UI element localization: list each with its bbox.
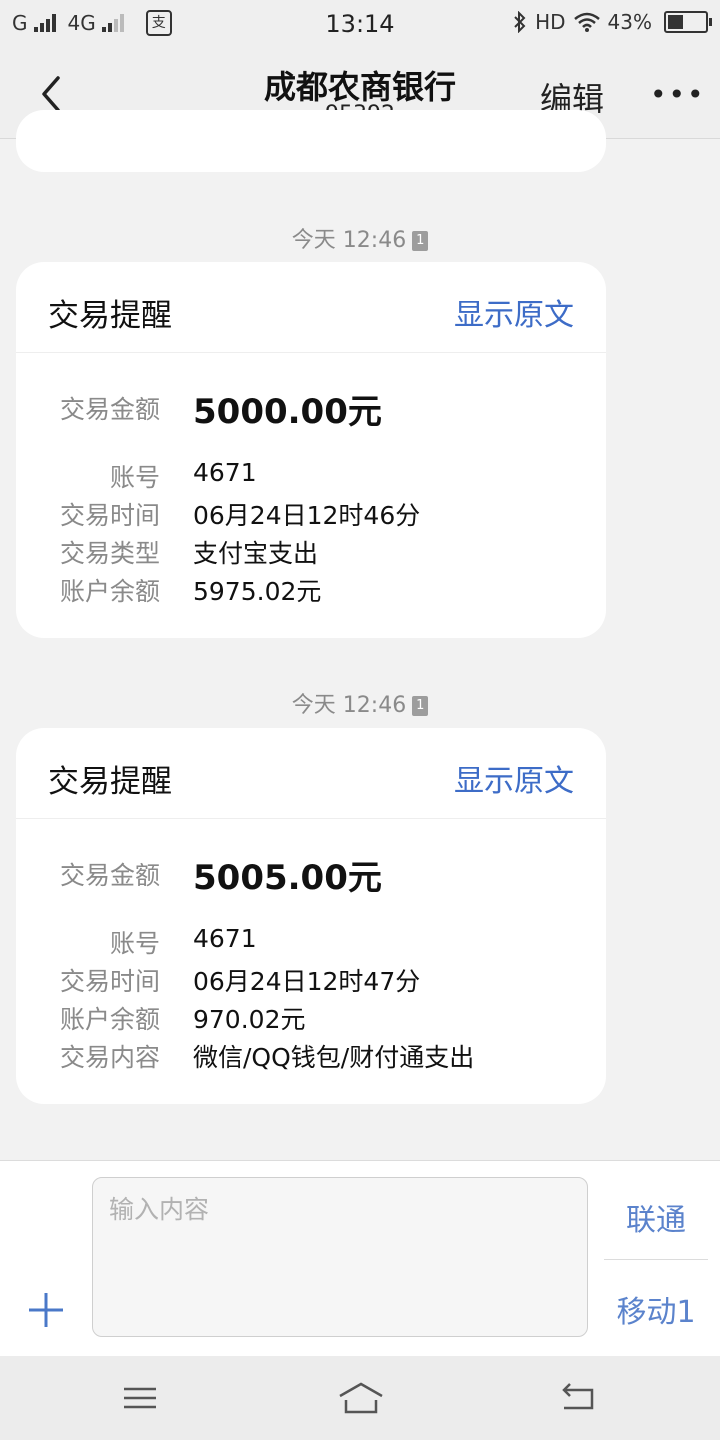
sim-divider — [604, 1259, 708, 1260]
battery-fill — [668, 15, 683, 29]
transaction-card[interactable]: 交易提醒 显示原文 交易金额 5005.00元 账号 4671 交易时间 06月… — [16, 728, 606, 1104]
card-title: 交易提醒 — [48, 298, 172, 334]
field-value: 5975.02元 — [193, 577, 322, 606]
sim-badge-icon: 1 — [412, 231, 429, 251]
timestamp-text: 今天 12:46 — [291, 693, 407, 718]
card-header: 交易提醒 显示原文 — [16, 262, 606, 353]
field-value: 5005.00元 — [193, 858, 382, 898]
message-timestamp: 今天 12:46 1 — [0, 222, 720, 254]
system-nav-bar — [0, 1356, 720, 1440]
show-original-link[interactable]: 显示原文 — [454, 290, 574, 334]
battery-percent: 43% — [607, 10, 652, 34]
field-label: 交易时间 — [59, 967, 160, 996]
sim-badge-icon: 1 — [412, 696, 429, 716]
timestamp-text: 今天 12:46 — [291, 228, 407, 253]
field-label: 账号 — [109, 929, 160, 958]
send-sim2-button[interactable]: 移动1 — [604, 1287, 708, 1331]
field-label: 账户余额 — [59, 577, 160, 606]
field-label: 交易时间 — [59, 501, 160, 530]
field-label: 交易内容 — [59, 1043, 160, 1072]
previous-message-card — [16, 110, 606, 172]
home-icon[interactable] — [336, 1380, 386, 1416]
field-value: 4671 — [193, 458, 257, 487]
transaction-card[interactable]: 交易提醒 显示原文 交易金额 5000.00元 账号 4671 交易时间 06月… — [16, 262, 606, 638]
field-value: 支付宝支出 — [193, 539, 319, 568]
send-sim1-button[interactable]: 联通 — [604, 1195, 708, 1239]
field-value: 5000.00元 — [193, 392, 382, 432]
field-label: 交易类型 — [59, 539, 160, 568]
field-value: 微信/QQ钱包/财付通支出 — [193, 1043, 475, 1072]
menu-icon[interactable] — [118, 1380, 162, 1416]
battery-icon — [664, 11, 712, 33]
message-input-box[interactable] — [92, 1177, 588, 1337]
wifi-icon — [573, 12, 600, 32]
show-original-link[interactable]: 显示原文 — [454, 756, 574, 800]
message-timestamp: 今天 12:46 1 — [0, 687, 720, 719]
field-value: 06月24日12时47分 — [193, 967, 421, 996]
more-icon[interactable]: ••• — [650, 78, 704, 111]
bluetooth-icon — [514, 11, 526, 33]
status-right: HD 43% — [513, 10, 712, 34]
field-label: 交易金额 — [59, 395, 160, 424]
message-composer: 联通 移动1 — [0, 1160, 720, 1357]
field-label: 账号 — [109, 463, 160, 492]
hd-label: HD — [535, 10, 566, 34]
plus-icon[interactable] — [27, 1291, 65, 1329]
field-value: 06月24日12时46分 — [193, 501, 421, 530]
card-header: 交易提醒 显示原文 — [16, 728, 606, 819]
field-value: 4671 — [193, 924, 257, 953]
back-icon[interactable] — [556, 1380, 600, 1416]
field-label: 账户余额 — [59, 1005, 160, 1034]
field-label: 交易金额 — [59, 861, 160, 890]
field-value: 970.02元 — [193, 1005, 306, 1034]
card-title: 交易提醒 — [48, 764, 172, 800]
message-input[interactable] — [107, 1188, 571, 1230]
status-bar: G 4G 支 13:14 HD 43% — [0, 0, 720, 50]
